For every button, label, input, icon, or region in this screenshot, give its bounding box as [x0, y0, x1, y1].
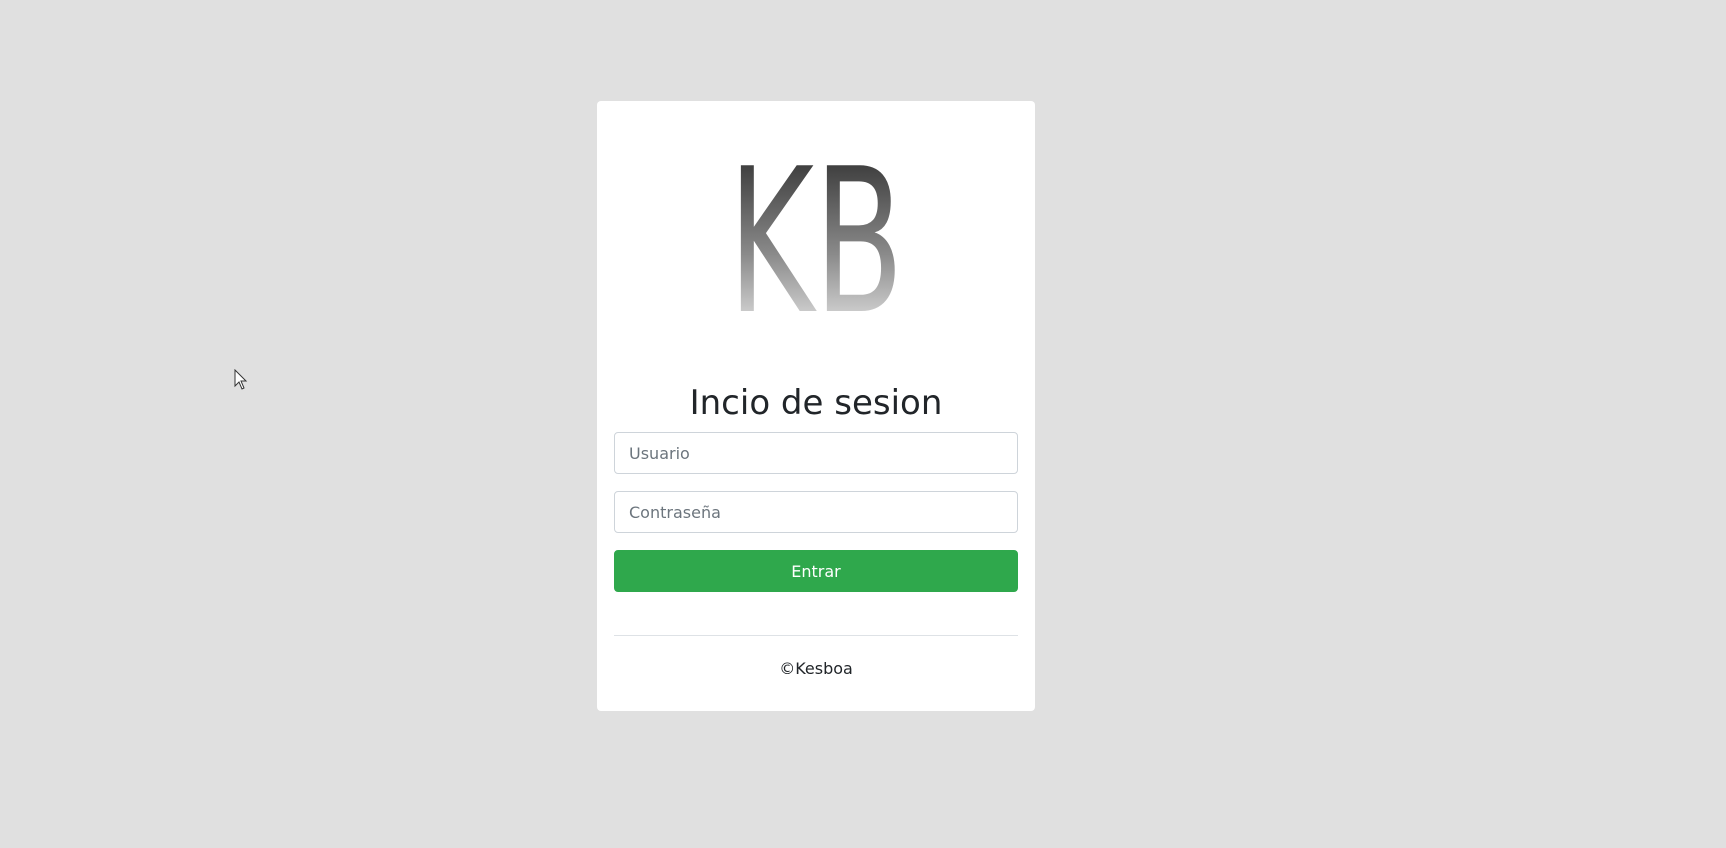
mouse-cursor-icon: [234, 368, 248, 391]
kb-logo: KB: [723, 149, 909, 321]
copyright-text: ©Kesboa: [779, 659, 853, 678]
logo-text: KB: [728, 149, 904, 321]
username-input[interactable]: [614, 432, 1018, 474]
divider: [614, 635, 1018, 636]
password-input[interactable]: [614, 491, 1018, 533]
login-button[interactable]: Entrar: [614, 550, 1018, 592]
page-title: Incio de sesion: [689, 383, 943, 423]
login-card: KB Incio de sesion Entrar ©Kesboa: [597, 101, 1035, 711]
